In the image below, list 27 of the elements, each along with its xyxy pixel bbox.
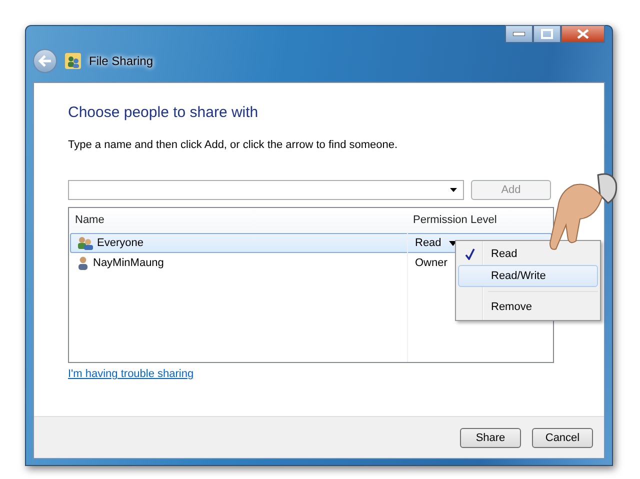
permission-cell: Read [415, 237, 442, 249]
maximize-icon [541, 29, 553, 39]
instruction-text: Type a name and then click Add, or click the arrow to find someone. [68, 139, 399, 151]
window-title: File Sharing [89, 54, 154, 68]
permission-cell: Owner [415, 257, 448, 269]
menu-item[interactable]: Read/Write [458, 265, 598, 287]
name-cell: Everyone [97, 237, 144, 249]
dialog-heading: Choose people to share with [68, 104, 260, 121]
minimize-button[interactable] [505, 25, 533, 43]
back-button[interactable] [33, 49, 57, 73]
column-header[interactable]: Name [69, 214, 407, 226]
cancel-button[interactable]: Cancel [532, 428, 593, 448]
check-icon [465, 248, 475, 260]
people-icon [65, 53, 81, 69]
menu-item[interactable]: Remove [458, 296, 598, 318]
close-button[interactable] [561, 25, 605, 43]
user-icon [77, 256, 89, 270]
dropdown-arrow-icon [450, 188, 457, 192]
user-group-icon [77, 236, 93, 250]
close-icon [577, 29, 589, 39]
maximize-button[interactable] [533, 25, 561, 43]
minimize-icon [513, 32, 525, 36]
back-arrow-icon [37, 54, 53, 68]
name-cell: NayMinMaung [93, 257, 164, 269]
share-button[interactable]: Share [460, 428, 521, 448]
column-header[interactable]: Permission Level [407, 214, 553, 226]
trouble-sharing-link[interactable]: I'm having trouble sharing [68, 368, 194, 380]
